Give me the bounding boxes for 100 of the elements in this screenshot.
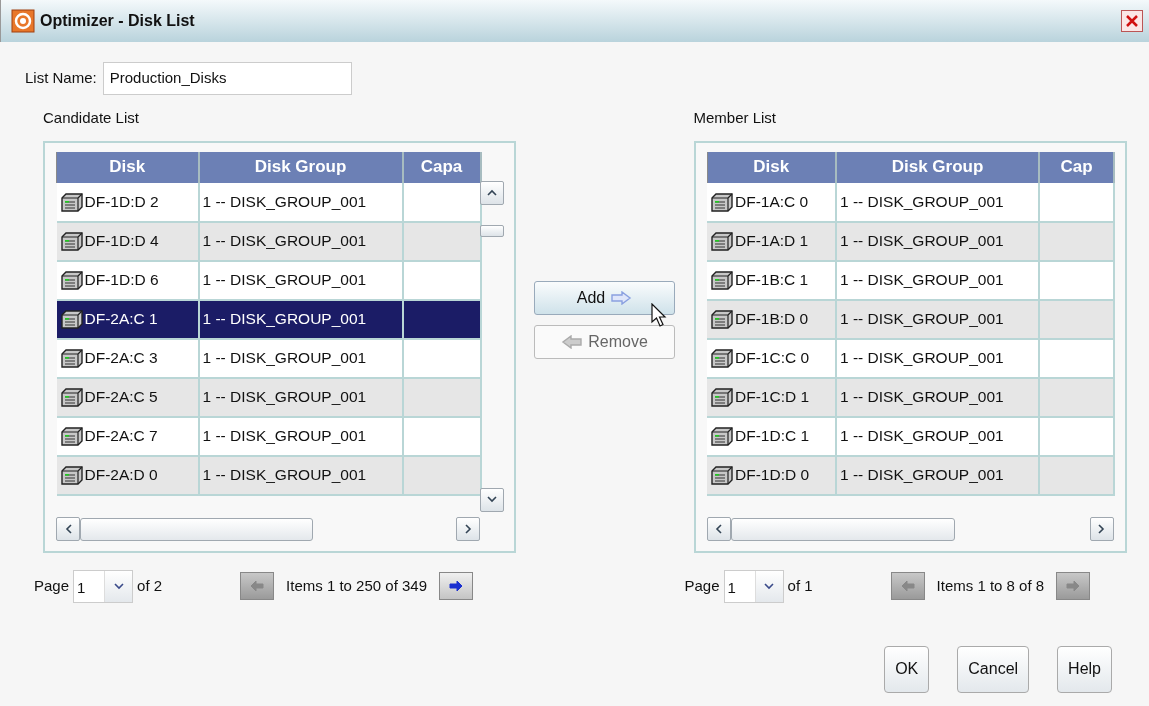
arrow-left-icon <box>561 335 584 349</box>
table-row[interactable]: DF-1A:D 1 1 -- DISK_GROUP_001 <box>707 221 1114 261</box>
table-row[interactable]: DF-2A:C 1 1 -- DISK_GROUP_001 <box>56 299 481 339</box>
table-row[interactable]: DF-2A:C 5 1 -- DISK_GROUP_001 <box>56 377 481 417</box>
table-row[interactable]: DF-1C:D 1 1 -- DISK_GROUP_001 <box>707 377 1114 417</box>
close-button[interactable] <box>1121 10 1143 32</box>
page-count: of 2 <box>137 575 163 596</box>
disk-drive-icon <box>59 190 84 213</box>
table-row[interactable]: DF-2A:C 7 1 -- DISK_GROUP_001 <box>56 416 481 456</box>
table-row[interactable]: DF-1B:D 0 1 -- DISK_GROUP_001 <box>707 299 1114 339</box>
page-select[interactable]: 1 <box>723 569 784 603</box>
dialog-button[interactable]: Help <box>1057 645 1112 693</box>
disk-drive-icon <box>710 425 734 447</box>
disk-drive-icon <box>59 269 84 291</box>
table-row[interactable]: DF-2A:D 0 1 -- DISK_GROUP_001 <box>56 455 481 495</box>
chevron-right-icon <box>1098 524 1105 534</box>
disk-name: DF-2A:C 3 <box>84 348 158 369</box>
mouse-pointer-icon <box>650 303 667 327</box>
table-row[interactable]: DF-1C:C 0 1 -- DISK_GROUP_001 <box>707 338 1114 378</box>
table-row[interactable]: DF-1D:D 6 1 -- DISK_GROUP_001 <box>56 260 481 300</box>
disk-name: DF-1C:C 0 <box>735 348 810 369</box>
scroll-up-button[interactable] <box>479 180 504 205</box>
table-cell: 1 -- DISK_GROUP_001 <box>198 416 403 456</box>
table-row[interactable]: DF-1B:C 1 1 -- DISK_GROUP_001 <box>707 260 1114 300</box>
list-name-field[interactable]: Production_Disks <box>102 62 352 95</box>
disk-drive-icon <box>710 230 734 252</box>
scroll-right-button[interactable] <box>456 517 480 541</box>
table-row[interactable]: DF-1A:C 0 1 -- DISK_GROUP_001 <box>707 182 1114 222</box>
chevron-down-icon <box>113 582 124 590</box>
page-count: of 1 <box>787 575 813 596</box>
scroll-thumb[interactable] <box>730 517 955 541</box>
table-row[interactable]: DF-1D:D 0 1 -- DISK_GROUP_001 <box>707 455 1114 495</box>
app-logo-icon <box>11 9 35 33</box>
dialog-button[interactable]: OK <box>884 645 930 693</box>
disk-name: DF-2A:D 0 <box>84 465 158 486</box>
disk-drive-icon <box>59 425 84 447</box>
arrow-left-icon <box>899 579 916 593</box>
add-button[interactable]: Add <box>534 281 675 315</box>
column-header[interactable]: Disk <box>707 151 836 183</box>
arrow-right-icon <box>1065 579 1082 593</box>
scroll-thumb[interactable] <box>80 517 313 541</box>
list-label: Candidate List <box>43 108 140 128</box>
arrow-right-icon <box>448 579 464 593</box>
disk-name: DF-1B:D 0 <box>735 309 809 330</box>
table-row[interactable]: DF-1D:D 2 1 -- DISK_GROUP_001 <box>56 182 481 222</box>
items-range: Items 1 to 250 of 349 <box>286 575 427 596</box>
table-row[interactable]: DF-1D:D 4 1 -- DISK_GROUP_001 <box>56 221 481 261</box>
disk-name: DF-1A:C 0 <box>735 191 809 212</box>
table-cell: 1 -- DISK_GROUP_001 <box>836 338 1039 378</box>
page-select[interactable]: 1 <box>73 569 134 603</box>
disk-name: DF-2A:C 5 <box>84 387 158 408</box>
table-cell: 1 -- DISK_GROUP_001 <box>836 299 1039 339</box>
scroll-right-button[interactable] <box>1089 517 1114 541</box>
disk-name: DF-1A:D 1 <box>735 231 809 252</box>
page-label: Page <box>684 575 720 596</box>
column-header[interactable]: Capa <box>402 151 481 183</box>
disk-name: DF-1C:D 1 <box>735 387 810 408</box>
scroll-thumb[interactable] <box>479 224 504 237</box>
column-header[interactable]: Disk Group <box>198 151 403 183</box>
table-cell: 1 -- DISK_GROUP_001 <box>836 455 1039 495</box>
scroll-left-button[interactable] <box>56 517 80 541</box>
scroll-left-button[interactable] <box>706 517 731 541</box>
next-page-button[interactable] <box>439 572 473 600</box>
table-cell: 1 -- DISK_GROUP_001 <box>836 221 1039 261</box>
chevron-down-icon <box>764 582 775 590</box>
chevron-left-icon <box>64 524 72 534</box>
disk-name: DF-1D:C 1 <box>735 426 810 447</box>
disk-drive-icon <box>710 347 734 369</box>
disk-drive-icon <box>59 386 84 408</box>
disk-name: DF-2A:C 1 <box>84 309 158 330</box>
column-header[interactable]: Disk <box>56 151 199 183</box>
disk-drive-icon <box>710 190 734 213</box>
disk-name: DF-1D:D 2 <box>84 191 159 212</box>
field-label: List Name: <box>25 68 97 89</box>
arrow-left-icon <box>249 579 266 593</box>
window-title: Optimizer - Disk List <box>40 11 196 31</box>
close-icon <box>1126 15 1138 27</box>
column-header[interactable]: Disk Group <box>836 151 1039 183</box>
table-cell: 1 -- DISK_GROUP_001 <box>836 260 1039 300</box>
disk-drive-icon <box>710 386 734 408</box>
chevron-up-icon <box>486 189 497 196</box>
dialog-button[interactable]: Cancel <box>957 645 1030 693</box>
table-row[interactable]: DF-1D:C 1 1 -- DISK_GROUP_001 <box>707 416 1114 456</box>
arrow-right-icon <box>610 291 633 305</box>
disk-drive-icon <box>59 230 84 252</box>
column-header[interactable]: Cap <box>1039 151 1114 183</box>
disk-name: DF-1D:D 0 <box>735 465 810 486</box>
disk-name: DF-1D:D 6 <box>84 270 159 291</box>
scroll-down-button[interactable] <box>479 487 504 512</box>
disk-name: DF-2A:C 7 <box>84 426 158 447</box>
page-label: Page <box>34 575 70 596</box>
chevron-left-icon <box>715 524 722 534</box>
table-cell: 1 -- DISK_GROUP_001 <box>198 182 403 222</box>
table-cell: 1 -- DISK_GROUP_001 <box>836 182 1039 222</box>
table-cell: 1 -- DISK_GROUP_001 <box>836 377 1039 417</box>
chevron-right-icon <box>464 524 472 534</box>
table-cell: 1 -- DISK_GROUP_001 <box>198 299 403 339</box>
disk-drive-icon <box>710 308 734 330</box>
table-row[interactable]: DF-2A:C 3 1 -- DISK_GROUP_001 <box>56 338 481 378</box>
disk-drive-icon <box>59 464 84 486</box>
